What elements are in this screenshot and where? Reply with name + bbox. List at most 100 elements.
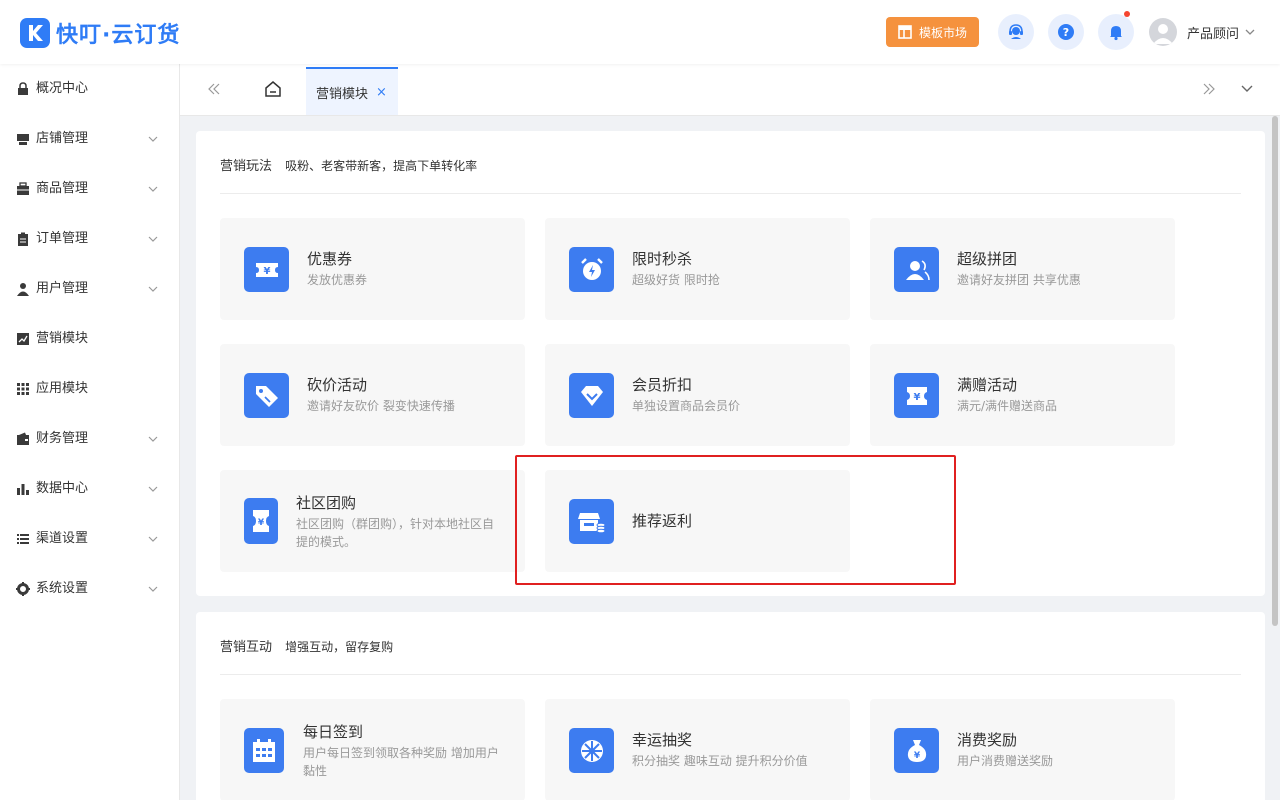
chevron-down-icon [1245, 29, 1255, 35]
card-daily-checkin[interactable]: 每日签到 用户每日签到领取各种奖励 增加用户黏性 [220, 699, 525, 800]
card-coupon[interactable]: ¥ 优惠券 发放优惠券 [220, 218, 525, 320]
double-chevron-right-icon[interactable] [1201, 83, 1215, 95]
card-desc: 单独设置商品会员价 [632, 399, 741, 413]
gift-coupon-icon: ¥ [894, 373, 939, 418]
brand-name: 快叮·云订货 [56, 23, 181, 48]
section-title: 营销玩法 [220, 159, 273, 174]
card-community-group-buy[interactable]: ¥ 社区团购 社区团购（群团购），针对本地社区自提的模式。 [220, 470, 525, 572]
sidebar-item-label: 概况中心 [36, 81, 89, 96]
top-header: 快叮·云订货 模板市场 ? 产品顾问 [0, 0, 1280, 64]
card-desc: 用户每日签到领取各种奖励 增加用户黏性 [303, 746, 499, 778]
card-title: 限时秒杀 [632, 250, 693, 268]
chevron-down-icon [148, 136, 158, 142]
card-flash-sale[interactable]: 限时秒杀 超级好货 限时抢 [545, 218, 850, 320]
sidebar-item-settings[interactable]: 系统设置 [0, 569, 179, 609]
card-title: 满赠活动 [957, 376, 1018, 394]
svg-text:¥: ¥ [263, 266, 270, 277]
card-desc: 邀请好友拼团 共享优惠 [957, 273, 1081, 287]
chevron-down-icon [148, 436, 158, 442]
wallet-icon [17, 432, 29, 445]
money-bag-icon: ¥ [894, 728, 939, 773]
svg-text:¥: ¥ [913, 392, 920, 403]
sidebar-item-apps[interactable]: 应用模块 [0, 369, 179, 409]
sidebar-item-store[interactable]: 店铺管理 [0, 119, 179, 159]
card-title: 社区团购 [296, 494, 357, 512]
sidebar-item-label: 系统设置 [36, 581, 89, 596]
home-icon[interactable] [264, 80, 282, 98]
card-desc: 发放优惠券 [307, 273, 368, 287]
help-icon: ? [1058, 24, 1074, 40]
lucky-wheel-icon [569, 728, 614, 773]
card-title: 消费奖励 [957, 731, 1018, 749]
sidebar-item-label: 数据中心 [36, 481, 89, 496]
sidebar-item-marketing[interactable]: 营销模块 [0, 319, 179, 359]
divider [220, 674, 1241, 675]
chevron-down-icon [148, 586, 158, 592]
store-icon [17, 134, 29, 145]
user-name: 产品顾问 [1187, 26, 1240, 42]
user-menu[interactable]: 产品顾问 [1149, 18, 1255, 46]
template-icon [898, 25, 912, 39]
alarm-clock-icon [569, 247, 614, 292]
help-button[interactable]: ? [1048, 14, 1084, 50]
card-title: 会员折扣 [632, 376, 693, 394]
scrollbar[interactable] [1272, 116, 1278, 626]
card-desc: 社区团购（群团购），针对本地社区自提的模式。 [296, 517, 495, 549]
customer-service-icon [1009, 24, 1023, 39]
card-referral-rebate[interactable]: 推荐返利 [545, 470, 850, 572]
section-header: 营销玩法 吸粉、老客带新客，提高下单转化率 [220, 155, 477, 174]
card-gift-event[interactable]: ¥ 满赠活动 满元/满件赠送商品 [870, 344, 1175, 446]
template-market-button[interactable]: 模板市场 [886, 17, 979, 47]
card-bargain[interactable]: 砍价活动 邀请好友砍价 裂变快速传播 [220, 344, 525, 446]
sidebar-item-orders[interactable]: 订单管理 [0, 219, 179, 259]
bell-icon [1110, 26, 1122, 41]
customer-service-button[interactable] [998, 14, 1034, 50]
group-user-icon [894, 247, 939, 292]
card-title: 推荐返利 [632, 512, 693, 530]
card-member-discount[interactable]: 会员折扣 单独设置商品会员价 [545, 344, 850, 446]
diamond-icon [569, 373, 614, 418]
tab-marketing[interactable]: 营销模块 × [306, 67, 398, 115]
card-spending-reward[interactable]: ¥ 消费奖励 用户消费赠送奖励 [870, 699, 1175, 800]
chevron-down-icon [148, 486, 158, 492]
brand-logo-icon [20, 18, 50, 48]
tab-label: 营销模块 [316, 86, 369, 102]
sidebar-item-channels[interactable]: 渠道设置 [0, 519, 179, 559]
bar-chart-icon [17, 484, 29, 495]
chevron-down-icon[interactable] [1240, 84, 1254, 94]
box-icon [17, 182, 29, 195]
sidebar-item-goods[interactable]: 商品管理 [0, 169, 179, 209]
close-icon[interactable]: × [376, 85, 387, 100]
card-group-buy[interactable]: 超级拼团 邀请好友拼团 共享优惠 [870, 218, 1175, 320]
gear-icon [16, 582, 30, 596]
sidebar-item-label: 渠道设置 [36, 531, 89, 546]
card-title: 超级拼团 [957, 250, 1018, 268]
sidebar-item-label: 店铺管理 [36, 131, 89, 146]
sidebar-item-data[interactable]: 数据中心 [0, 469, 179, 509]
sidebar-item-label: 财务管理 [36, 431, 89, 446]
marketing-play-panel: 营销玩法 吸粉、老客带新客，提高下单转化率 ¥ 优惠券 发放优惠券 限时秒杀 超… [196, 131, 1265, 596]
notification-button[interactable] [1098, 11, 1134, 50]
svg-text:?: ? [1063, 26, 1069, 39]
brand-logo[interactable]: 快叮·云订货 [20, 17, 180, 49]
sidebar-item-overview[interactable]: 概况中心 [0, 69, 179, 109]
sidebar: 概况中心 店铺管理 商品管理 订单管理 用户管理 营销模块 应用模块 财务管理 … [0, 64, 180, 800]
sidebar-item-label: 订单管理 [36, 231, 89, 246]
svg-text:¥: ¥ [258, 518, 265, 528]
community-coupon-icon: ¥ [244, 498, 278, 544]
marketing-interact-panel: 营销互动 增强互动，留存复购 每日签到 用户每日签到领取各种奖励 增加用户黏性 … [196, 612, 1265, 800]
avatar [1149, 18, 1177, 46]
sidebar-item-label: 用户管理 [36, 281, 89, 296]
clipboard-icon [18, 232, 28, 246]
card-title: 砍价活动 [307, 376, 368, 394]
double-chevron-left-icon[interactable] [208, 83, 222, 95]
card-desc: 用户消费赠送奖励 [957, 754, 1054, 768]
sidebar-item-users[interactable]: 用户管理 [0, 269, 179, 309]
card-title: 幸运抽奖 [632, 731, 693, 749]
notification-dot [1124, 11, 1130, 17]
sidebar-item-finance[interactable]: 财务管理 [0, 419, 179, 459]
divider [220, 193, 1241, 194]
shop-coins-icon [569, 499, 614, 544]
chevron-down-icon [148, 286, 158, 292]
card-lucky-draw[interactable]: 幸运抽奖 积分抽奖 趣味互动 提升积分价值 [545, 699, 850, 800]
